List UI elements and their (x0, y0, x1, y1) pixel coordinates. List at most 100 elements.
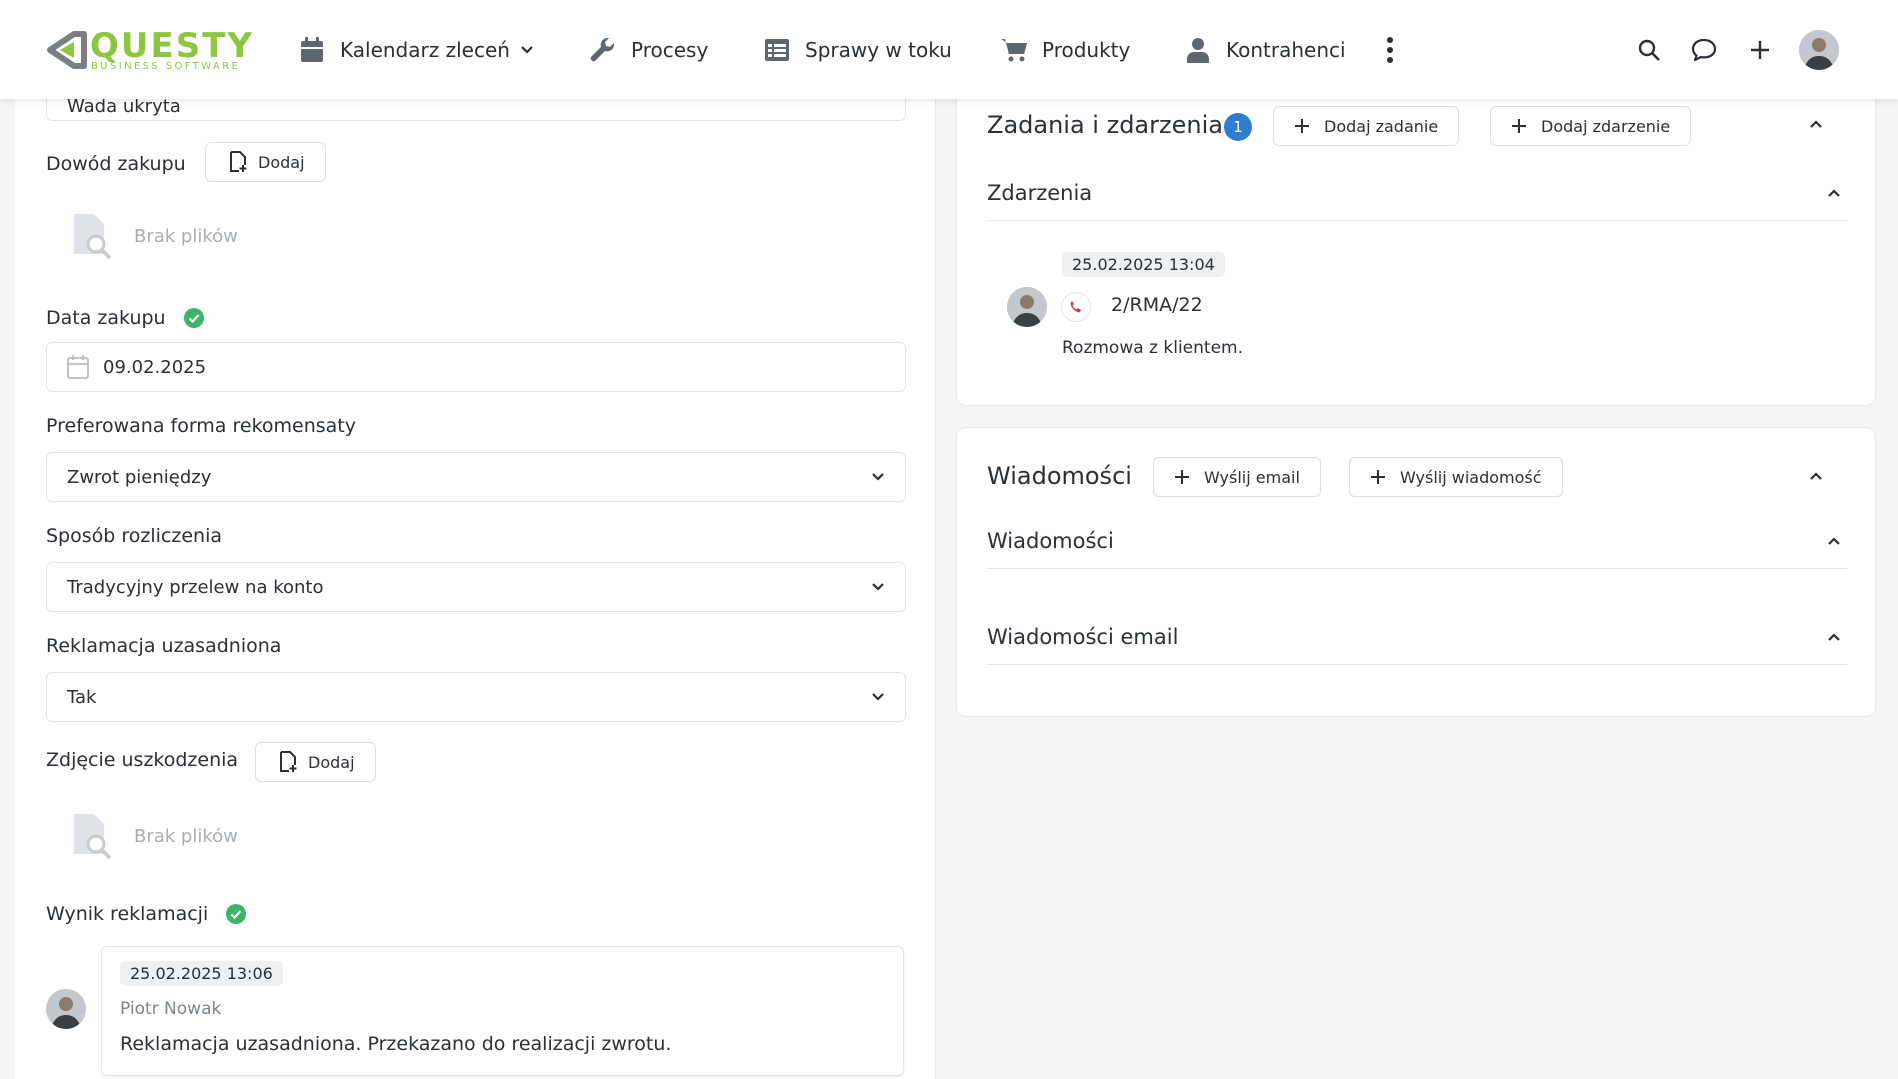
questy-logo[interactable]: QUESTY BUSINESS SOFTWARE (44, 28, 259, 72)
zdjecie-empty-text: Brak plików (134, 825, 238, 847)
plus-icon (1749, 39, 1771, 61)
wynik-label: Wynik reklamacji (46, 899, 247, 929)
event-description: Rozmowa z klientem. (1062, 338, 1243, 358)
chevron-down-icon (871, 692, 885, 702)
data-zakupu-label-text: Data zakupu (46, 307, 166, 329)
add-task-button[interactable]: Dodaj zadanie (1273, 106, 1460, 146)
data-zakupu-label: Data zakupu (46, 303, 204, 333)
nav-item-produkty[interactable]: Produkty (1000, 30, 1130, 70)
check-circle-icon (183, 308, 204, 328)
rozliczenie-label-text: Sposób rozliczenia (46, 525, 222, 547)
rekompensata-label: Preferowana forma rekomensaty (46, 411, 356, 441)
chevron-down-icon (871, 472, 885, 482)
wynik-comment-card: 25.02.2025 13:06 Piotr Nowak Reklamacja … (101, 946, 904, 1076)
add-event-button[interactable]: Dodaj zdarzenie (1490, 106, 1692, 146)
dowod-zakupu-label: Dowód zakupu (46, 149, 186, 179)
chat-button[interactable] (1684, 30, 1724, 70)
plus-icon (1294, 118, 1310, 134)
wynik-author: Piotr Nowak (120, 999, 222, 1019)
zdjecie-add-label: Dodaj (308, 752, 355, 772)
chevron-up-icon (1827, 188, 1841, 198)
logo-subtext: BUSINESS SOFTWARE (91, 61, 241, 72)
tasks-count-badge: 1 (1224, 113, 1252, 141)
nav-item-kontrahenci[interactable]: Kontrahenci (1184, 30, 1346, 70)
tasks-events-card: Zadania i zdarzenia 1 Dodaj zadanie Doda… (956, 80, 1876, 406)
messages-card: Wiadomości Wyślij email Wyślij wiadomość… (956, 427, 1876, 717)
nav-label-procesy: Procesy (631, 38, 709, 62)
user-avatar[interactable] (1799, 30, 1839, 70)
rekompensata-label-text: Preferowana forma rekomensaty (46, 415, 357, 437)
add-button[interactable] (1740, 30, 1780, 70)
no-files-icon (74, 814, 112, 860)
uzasadniona-label: Reklamacja uzasadniona (46, 631, 281, 661)
calendar-icon (298, 36, 326, 64)
wrench-icon (589, 36, 617, 64)
user-icon (1184, 36, 1212, 64)
event-date-chip: 25.02.2025 13:04 (1062, 252, 1225, 277)
nav-item-procesy[interactable]: Procesy (589, 30, 708, 70)
check-circle-icon (226, 904, 247, 924)
collapse-tasks-card-button[interactable] (1809, 119, 1823, 129)
collapse-messages-card-button[interactable] (1809, 471, 1823, 481)
nav-item-kalendarz[interactable]: Kalendarz zleceń (298, 30, 534, 70)
search-icon (1637, 38, 1661, 62)
wynik-label-text: Wynik reklamacji (46, 903, 209, 925)
kebab-menu-icon (1386, 37, 1394, 63)
nav-label-sprawy: Sprawy w toku (805, 38, 952, 62)
messages-section-header[interactable]: Wiadomości (987, 514, 1847, 569)
send-email-button[interactable]: Wyślij email (1153, 457, 1321, 497)
emails-section-title: Wiadomości email (987, 625, 1179, 649)
add-event-label: Dodaj zdarzenie (1541, 116, 1671, 136)
zdarzenia-section-header[interactable]: Zdarzenia (987, 166, 1847, 221)
nav-label-produkty: Produkty (1042, 38, 1131, 62)
zdjecie-label: Zdjęcie uszkodzenia (46, 745, 238, 775)
messages-section-title: Wiadomości (987, 529, 1114, 553)
emails-section-header[interactable]: Wiadomości email (987, 610, 1847, 665)
messages-card-title: Wiadomości (987, 462, 1132, 490)
rekompensata-value: Zwrot pieniędzy (67, 466, 212, 488)
event-author-avatar (1007, 287, 1047, 327)
send-message-button[interactable]: Wyślij wiadomość (1349, 457, 1563, 497)
zdjecie-add-button[interactable]: Dodaj (255, 742, 376, 782)
logo-mark-icon (47, 31, 87, 69)
author-avatar (46, 989, 86, 1029)
chevron-down-icon (520, 45, 534, 55)
add-file-icon (230, 151, 247, 172)
add-file-icon (280, 751, 297, 772)
uzasadniona-label-text: Reklamacja uzasadniona (46, 635, 282, 657)
uzasadniona-value: Tak (67, 686, 97, 708)
rozliczenie-select[interactable]: Tradycyjny przelew na konto (46, 562, 906, 612)
plus-icon (1174, 469, 1190, 485)
nav-label-kalendarz: Kalendarz zleceń (340, 38, 510, 62)
zdarzenia-section-title: Zdarzenia (987, 181, 1093, 205)
tasks-card-title: Zadania i zdarzenia (987, 111, 1223, 139)
more-menu-button[interactable] (1386, 30, 1394, 70)
nav-item-sprawy[interactable]: Sprawy w toku (763, 30, 952, 70)
rozliczenie-label: Sposób rozliczenia (46, 521, 222, 551)
event-number[interactable]: 2/RMA/22 (1111, 294, 1203, 316)
add-task-label: Dodaj zadanie (1324, 116, 1439, 136)
rozliczenie-value: Tradycyjny przelew na konto (67, 576, 324, 598)
data-zakupu-input[interactable]: 09.02.2025 (46, 342, 906, 392)
list-icon (763, 36, 791, 64)
zdjecie-label-text: Zdjęcie uszkodzenia (46, 749, 239, 771)
dowod-zakupu-add-label: Dodaj (258, 152, 305, 172)
no-files-icon (74, 214, 112, 260)
dowod-zakupu-add-button[interactable]: Dodaj (205, 142, 326, 182)
wynik-date-chip: 25.02.2025 13:06 (120, 961, 283, 986)
uzasadniona-select[interactable]: Tak (46, 672, 906, 722)
search-button[interactable] (1629, 30, 1669, 70)
wynik-text: Reklamacja uzasadniona. Przekazano do re… (120, 1033, 672, 1055)
cart-icon (1000, 36, 1028, 64)
phone-call-icon (1061, 292, 1091, 322)
chevron-up-icon (1809, 119, 1823, 129)
rekompensata-select[interactable]: Zwrot pieniędzy (46, 452, 906, 502)
chevron-up-icon (1827, 632, 1841, 642)
send-email-label: Wyślij email (1204, 467, 1300, 487)
zdjecie-empty: Brak plików (70, 809, 238, 863)
data-zakupu-value: 09.02.2025 (103, 356, 207, 378)
top-navigation-bar: QUESTY BUSINESS SOFTWARE Kalendarz zlece… (0, 0, 1898, 99)
calendar-icon (67, 355, 89, 379)
dowod-zakupu-empty-text: Brak plików (134, 225, 238, 247)
plus-icon (1370, 469, 1386, 485)
